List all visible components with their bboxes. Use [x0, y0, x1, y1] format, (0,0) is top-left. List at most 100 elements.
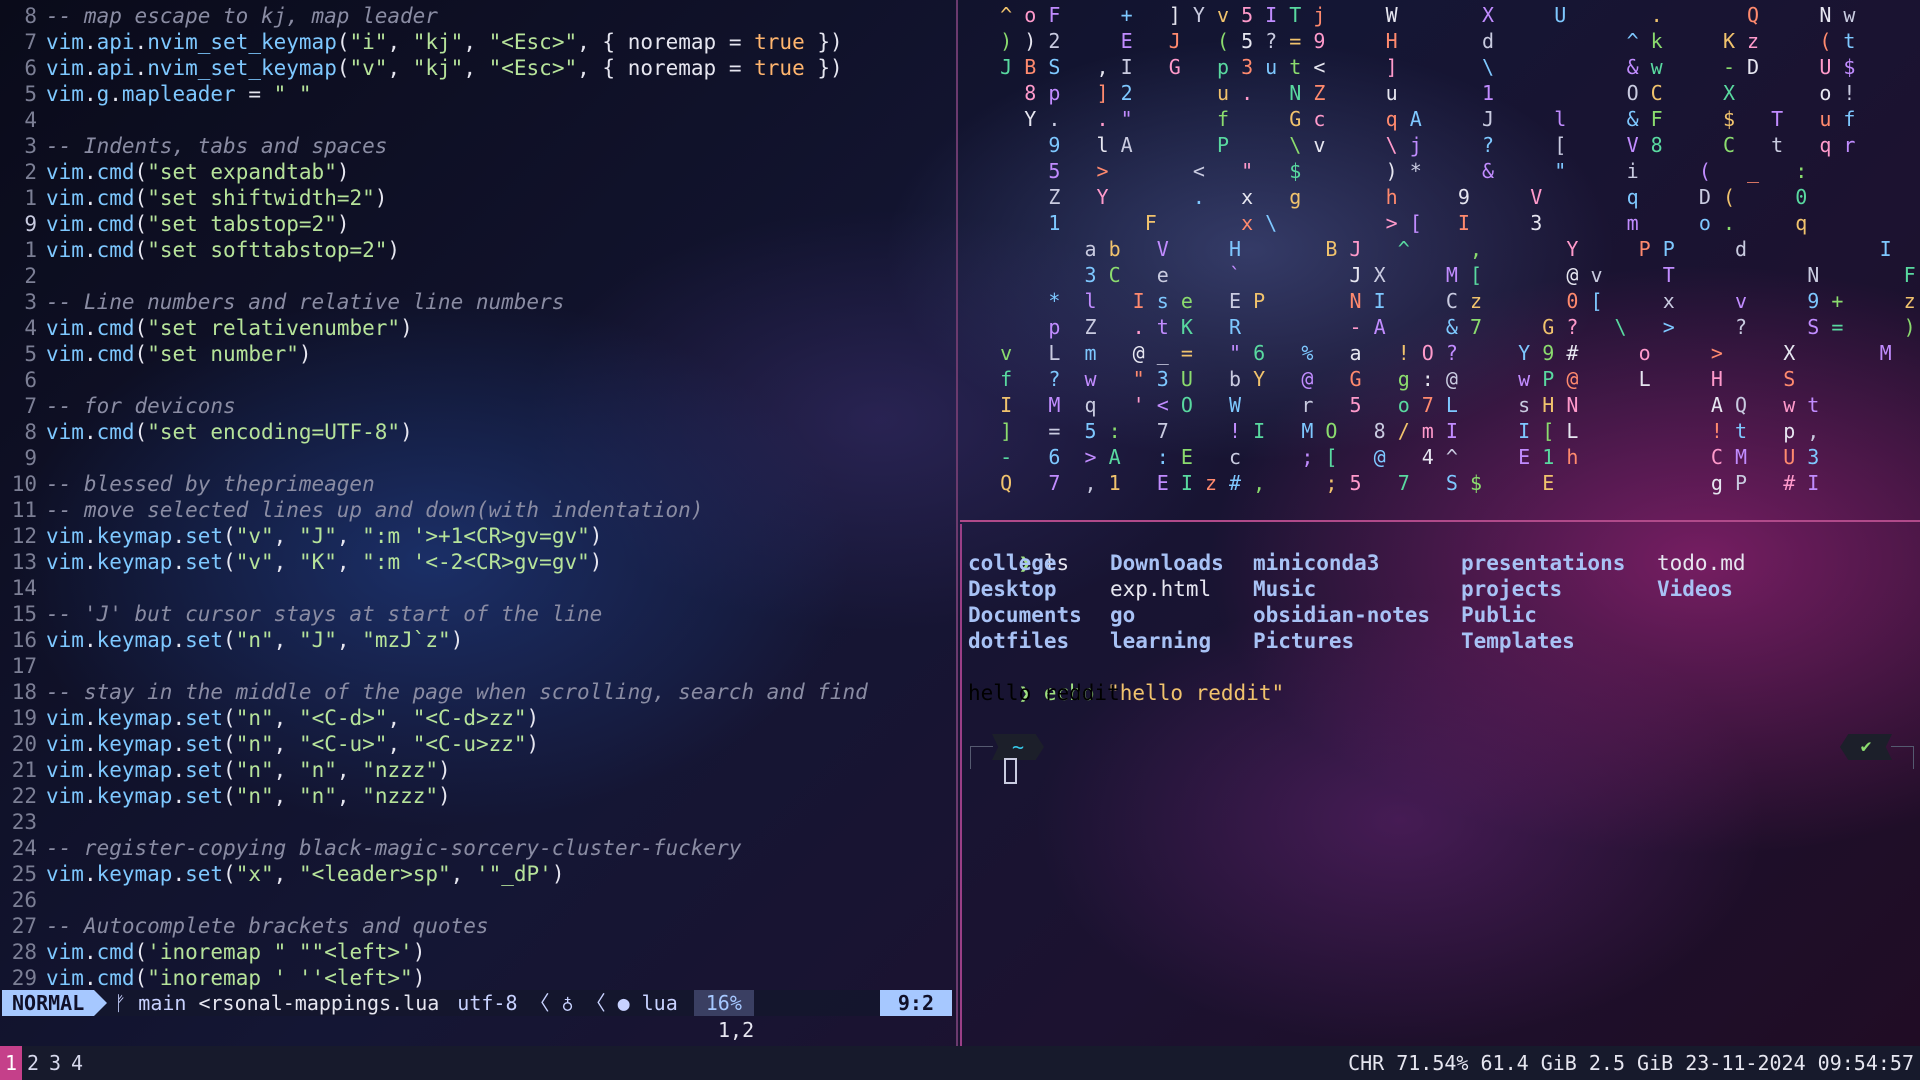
- code-line[interactable]: 24 -- register-copying black-magic-sorcer…: [0, 835, 868, 861]
- line-number: 3: [24, 134, 37, 158]
- code-line[interactable]: 11 -- move selected lines up and down(wit…: [0, 497, 868, 523]
- line-number: 26: [11, 888, 37, 912]
- code-line[interactable]: 7 vim.api.nvim_set_keymap("i", "kj", "<Es…: [0, 29, 868, 55]
- code-buffer[interactable]: 8 -- map escape to kj, map leader 7 vim.api…: [0, 3, 868, 991]
- code-line[interactable]: 7 -- for devicons: [0, 393, 868, 419]
- line-text: vim.cmd("inoremap ' ''<left>"): [46, 966, 426, 990]
- directory-entry: learning: [1110, 629, 1212, 653]
- code-line[interactable]: 9: [0, 445, 868, 471]
- workspace-1[interactable]: 1: [0, 1046, 22, 1080]
- line-text: -- for devicons: [46, 394, 236, 418]
- code-line[interactable]: 27 -- Autocomplete brackets and quotes: [0, 913, 868, 939]
- line-number: 1: [24, 186, 37, 210]
- separator-icon: 〈: [529, 991, 550, 1015]
- directory-entry: Downloads: [1110, 551, 1224, 575]
- line-number: 18: [11, 680, 37, 704]
- file-entry: todo.md: [1657, 551, 1746, 575]
- matrix-rain-pane[interactable]: ^ o F + ] Y v 5 I T j W X U . Q N w B & …: [960, 0, 1920, 522]
- ls-column: Downloads exp.html go learning: [1110, 550, 1224, 654]
- matrix-row: 3 C e ` J X M [ @ v T N F: [1084, 263, 1916, 287]
- code-line[interactable]: 8 -- map escape to kj, map leader: [0, 3, 868, 29]
- code-line[interactable]: 29 vim.cmd("inoremap ' ''<left>"): [0, 965, 868, 991]
- line-number: 7: [24, 30, 37, 54]
- matrix-row: ^ o F + ] Y v 5 I T j W X U . Q N w B &: [1000, 3, 1856, 27]
- code-line[interactable]: 18 -- stay in the middle of the page when…: [0, 679, 868, 705]
- code-line[interactable]: 15 -- 'J' but cursor stays at start of th…: [0, 601, 868, 627]
- lua-icon: ●: [617, 991, 630, 1015]
- code-line[interactable]: 22 vim.keymap.set("n", "n", "nzzz"): [0, 783, 868, 809]
- code-line[interactable]: 3 -- Indents, tabs and spaces: [0, 133, 868, 159]
- directory-entry: Desktop: [968, 577, 1057, 601]
- line-number: 13: [11, 550, 37, 574]
- line-number: 3: [24, 290, 37, 314]
- code-line[interactable]: 12 vim.keymap.set("v", "J", ":m '>+1<CR>g…: [0, 523, 868, 549]
- code-line[interactable]: 8 vim.cmd("set encoding=UTF-8"): [0, 419, 868, 445]
- line-text: -- blessed by theprimeagen: [46, 472, 375, 496]
- code-line[interactable]: 26: [0, 887, 868, 913]
- directory-entry: Public: [1461, 603, 1537, 627]
- directory-entry: presentations: [1461, 551, 1626, 575]
- prompt-frame-left: [970, 746, 993, 769]
- line-number: 4: [24, 316, 37, 340]
- directory-entry: projects: [1461, 577, 1563, 601]
- code-line[interactable]: 20 vim.keymap.set("n", "<C-u>", "<C-u>zz"…: [0, 731, 868, 757]
- terminal-pane[interactable]: ❯ ls college Desktop Documents dotfiles Down…: [960, 524, 1920, 1046]
- code-line[interactable]: 6: [0, 367, 868, 393]
- line-text: vim.cmd("set encoding=UTF-8"): [46, 420, 413, 444]
- matrix-rain: ^ o F + ] Y v 5 I T j W X U . Q N w B & …: [964, 2, 1920, 496]
- directory-entry: Pictures: [1253, 629, 1355, 653]
- code-line[interactable]: 1 vim.cmd("set softtabstop=2"): [0, 237, 868, 263]
- code-line[interactable]: 13 vim.keymap.set("v", "K", ":m '<-2<CR>g…: [0, 549, 868, 575]
- code-line[interactable]: 2 vim.cmd("set expandtab"): [0, 159, 868, 185]
- line-number: 1: [24, 238, 37, 262]
- line-text: vim.keymap.set("n", "<C-d>", "<C-d>zz"): [46, 706, 540, 730]
- matrix-row: * l I s e E P N I C z 0 [ x v 9 + z: [1048, 289, 1916, 313]
- cursor-position: 9:2: [879, 990, 952, 1016]
- code-line[interactable]: 21 vim.keymap.set("n", "n", "nzzz"): [0, 757, 868, 783]
- code-line[interactable]: 9 vim.cmd("set tabstop=2"): [0, 211, 868, 237]
- code-line[interactable]: 1 vim.cmd("set shiftwidth=2"): [0, 185, 868, 211]
- code-line[interactable]: 6 vim.api.nvim_set_keymap("v", "kj", "<Es…: [0, 55, 868, 81]
- code-line[interactable]: 19 vim.keymap.set("n", "<C-d>", "<C-d>zz"…: [0, 705, 868, 731]
- directory-entry: Videos: [1657, 577, 1733, 601]
- workspace-4[interactable]: 4: [66, 1046, 88, 1080]
- directory-entry: Templates: [1461, 629, 1575, 653]
- code-line[interactable]: 4 vim.cmd("set relativenumber"): [0, 315, 868, 341]
- status-bar: 1234 CHR 71.54% 61.4 GiB 2.5 GiB 23-11-2…: [0, 1046, 1920, 1080]
- file-name: <rsonal-mappings.lua: [198, 991, 440, 1015]
- workspace-2[interactable]: 2: [22, 1046, 44, 1080]
- neovim-pane[interactable]: 8 -- map escape to kj, map leader 7 vim.api…: [0, 0, 958, 1046]
- line-text: vim.cmd("set shiftwidth=2"): [46, 186, 388, 210]
- code-line[interactable]: 14: [0, 575, 868, 601]
- line-text: vim.keymap.set("n", "<C-u>", "<C-u>zz"): [46, 732, 540, 756]
- line-number: 8: [24, 420, 37, 444]
- ls-column: todo.md Videos: [1657, 550, 1746, 602]
- code-line[interactable]: 3 -- Line numbers and relative line numbe…: [0, 289, 868, 315]
- code-line[interactable]: 25 vim.keymap.set("x", "<leader>sp", '"_d…: [0, 861, 868, 887]
- workspace-switcher[interactable]: 1234: [0, 1046, 88, 1080]
- file-format-icon: ♁: [561, 991, 574, 1015]
- code-line[interactable]: 17: [0, 653, 868, 679]
- ls-column: miniconda3 Music obsidian-notes Pictures: [1253, 550, 1430, 654]
- code-line[interactable]: 23: [0, 809, 868, 835]
- code-line[interactable]: 16 vim.keymap.set("n", "J", "mzJ`z"): [0, 627, 868, 653]
- code-line[interactable]: 5 vim.g.mapleader = " ": [0, 81, 868, 107]
- code-line[interactable]: 2: [0, 263, 868, 289]
- line-text: vim.keymap.set("n", "J", "mzJ`z"): [46, 628, 464, 652]
- line-text: -- Autocomplete brackets and quotes: [46, 914, 489, 938]
- matrix-row: p Z . t K R - A & 7 G ? \ > ? S = ): [1048, 315, 1916, 339]
- code-line[interactable]: 10 -- blessed by theprimeagen: [0, 471, 868, 497]
- terminal-cursor[interactable]: [1004, 758, 1017, 784]
- code-line[interactable]: 4: [0, 107, 868, 133]
- line-text: vim.cmd("set tabstop=2"): [46, 212, 350, 236]
- scroll-percent: 16%: [693, 990, 754, 1016]
- workspace-3[interactable]: 3: [44, 1046, 66, 1080]
- directory-entry: dotfiles: [968, 629, 1070, 653]
- line-number: 7: [24, 394, 37, 418]
- line-number: 17: [11, 654, 37, 678]
- matrix-row: 1 F x \ > [ I 3 m o . q e: [1048, 211, 1808, 235]
- matrix-row: a b V H B J ^ , Y P P d I: [1084, 237, 1892, 261]
- command-line[interactable]: 1,2: [718, 1017, 754, 1043]
- code-line[interactable]: 5 vim.cmd("set number"): [0, 341, 868, 367]
- code-line[interactable]: 28 vim.cmd('inoremap " ""<left>'): [0, 939, 868, 965]
